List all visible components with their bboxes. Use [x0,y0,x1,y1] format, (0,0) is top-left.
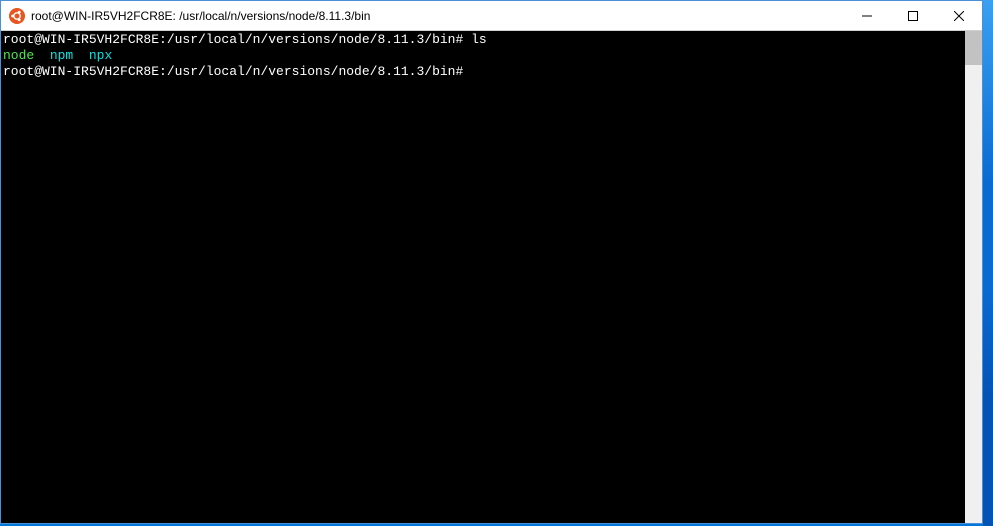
window-titlebar[interactable]: root@WIN-IR5VH2FCR8E: /usr/local/n/versi… [1,1,982,31]
scrollbar-thumb[interactable] [965,31,982,65]
minimize-button[interactable] [844,1,890,30]
close-button[interactable] [936,1,982,30]
ls-entry-npx: npx [89,48,112,63]
terminal-output[interactable]: root@WIN-IR5VH2FCR8E:/usr/local/n/versio… [1,31,965,523]
ls-entry-npm: npm [50,48,73,63]
minimize-icon [862,11,872,21]
maximize-icon [908,11,918,21]
ls-entry-node: node [3,48,34,63]
command-ls: ls [463,32,486,47]
cursor [463,64,471,79]
maximize-button[interactable] [890,1,936,30]
desktop-background-edge [983,0,993,526]
window-title: root@WIN-IR5VH2FCR8E: /usr/local/n/versi… [31,9,844,23]
window-controls [844,1,982,30]
ls-sep [34,48,50,63]
vertical-scrollbar[interactable] [965,31,982,523]
terminal-window: root@WIN-IR5VH2FCR8E: /usr/local/n/versi… [0,0,983,524]
prompt-line-1: root@WIN-IR5VH2FCR8E:/usr/local/n/versio… [3,32,463,47]
prompt-line-2: root@WIN-IR5VH2FCR8E:/usr/local/n/versio… [3,64,463,79]
close-icon [954,11,964,21]
ls-sep [73,48,89,63]
ubuntu-icon [9,8,25,24]
terminal-client-area: root@WIN-IR5VH2FCR8E:/usr/local/n/versio… [1,31,982,523]
